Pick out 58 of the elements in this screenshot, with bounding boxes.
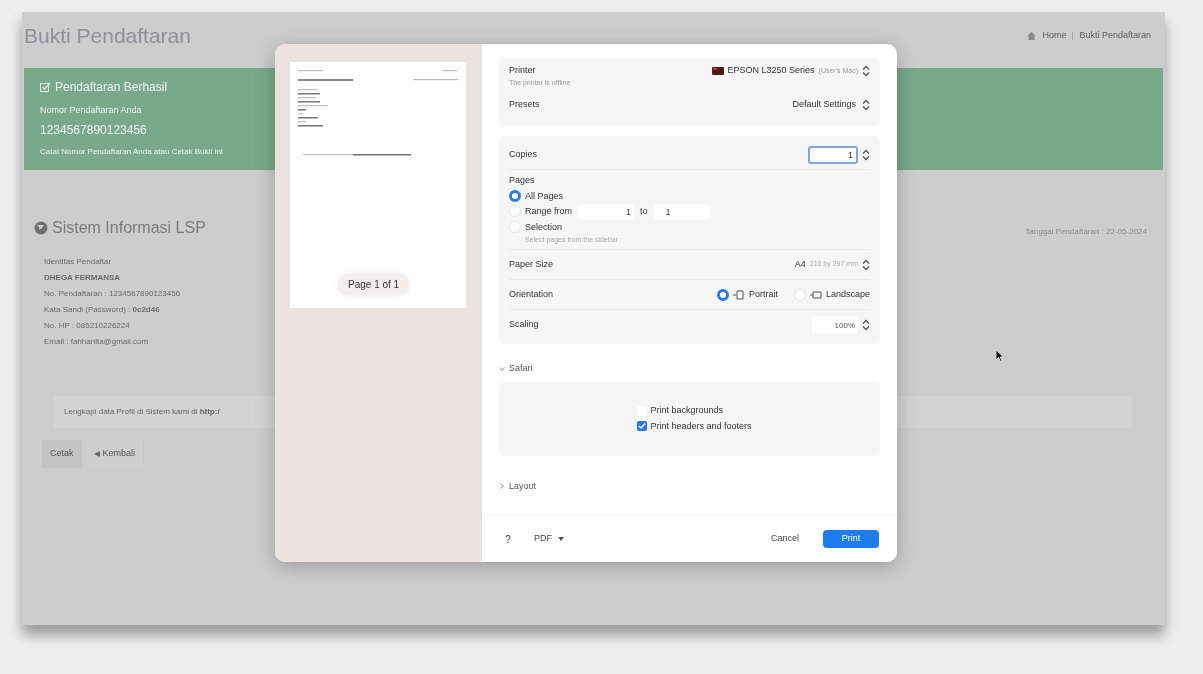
radio-button[interactable] [716, 288, 729, 301]
caret-icon [558, 537, 564, 541]
pages-label: Pages [509, 174, 536, 187]
presets-select[interactable]: Default Settings [792, 98, 870, 112]
print-button[interactable]: Cetak [42, 440, 82, 468]
presets-label: Presets [509, 98, 540, 112]
alert-note: Catat Nomor Pendaftaran Anda atau Cetak Bukti ini [40, 145, 223, 158]
stepper-icon[interactable] [862, 64, 870, 77]
copies-label: Copies [509, 147, 537, 161]
page-title: Bukti Pendaftaran [24, 23, 191, 50]
printer-label: Printer [509, 64, 536, 77]
notice-text: Lengkapi data Profil di Sistem kami di http:/ [64, 406, 220, 418]
printer-icon [711, 66, 724, 75]
print-button[interactable]: Print [823, 530, 879, 548]
stepper-icon[interactable] [862, 258, 870, 271]
identity-line: No. Pendaftaran : 1234567890123456 [44, 288, 181, 300]
alert-title: Pendaftaran Berhasil [55, 79, 168, 96]
breadcrumb-link[interactable]: Bukti Pendaftaran [1079, 29, 1151, 43]
registration-number: 1234567890123456 [40, 121, 147, 139]
page-count-label: Page 1 of 1 [338, 274, 410, 295]
copies-field[interactable]: 1 [808, 145, 858, 164]
identity-line: No. HP : 085210226224 [44, 320, 130, 332]
back-arrow-icon [93, 451, 100, 457]
portrait-icon [732, 289, 745, 300]
stepper-icon[interactable] [862, 319, 870, 331]
range-to-label: to [640, 205, 648, 219]
checkbox-label: Print backgrounds [650, 404, 723, 417]
layout-section-toggle[interactable]: Layout [509, 479, 537, 493]
scaling-label: Scaling [509, 318, 539, 332]
alert-label: Nomor Pendaftaran Anda [40, 104, 142, 117]
landscape-icon [809, 289, 822, 300]
breadcrumb-link[interactable]: Home [1042, 29, 1067, 43]
identity-line: Email : fahhanita@gmail.com [44, 336, 149, 348]
checkbox-label: Print headers and footers [650, 419, 752, 433]
identity-heading: Identitas Pendaftar [44, 256, 112, 268]
range-label: Range from [525, 205, 573, 219]
radio-button[interactable] [509, 189, 521, 202]
chevron-icon [499, 483, 505, 490]
range-from-field[interactable]: 1 [578, 205, 635, 219]
paper-size-label: Paper Size [509, 257, 554, 271]
section-title: Sistem Informasi LSP [52, 218, 206, 238]
range-to-field[interactable]: 1 [653, 205, 710, 219]
home-icon [1027, 32, 1037, 40]
orientation-option[interactable]: Landscape [825, 287, 870, 302]
safari-section-toggle[interactable]: Safari [499, 362, 880, 376]
applicant-name: DHEGA FERMANSA [44, 272, 121, 284]
identity-line: Kata Sandi (Password) : 0c2d46 [44, 304, 160, 316]
cursor-icon [996, 350, 1005, 362]
orientation-label: Orientation [509, 287, 554, 301]
stepper-icon[interactable] [862, 99, 870, 111]
radio-label: Selection [525, 221, 564, 234]
radio-label: All Pages [525, 189, 564, 203]
orientation-option[interactable]: Portrait [748, 287, 778, 302]
scaling-field[interactable]: 100% [812, 317, 858, 333]
checkbox-icon [40, 81, 51, 93]
checkbox[interactable] [637, 421, 648, 432]
stepper-icon[interactable] [862, 148, 870, 161]
help-button[interactable]: ? [500, 531, 516, 547]
